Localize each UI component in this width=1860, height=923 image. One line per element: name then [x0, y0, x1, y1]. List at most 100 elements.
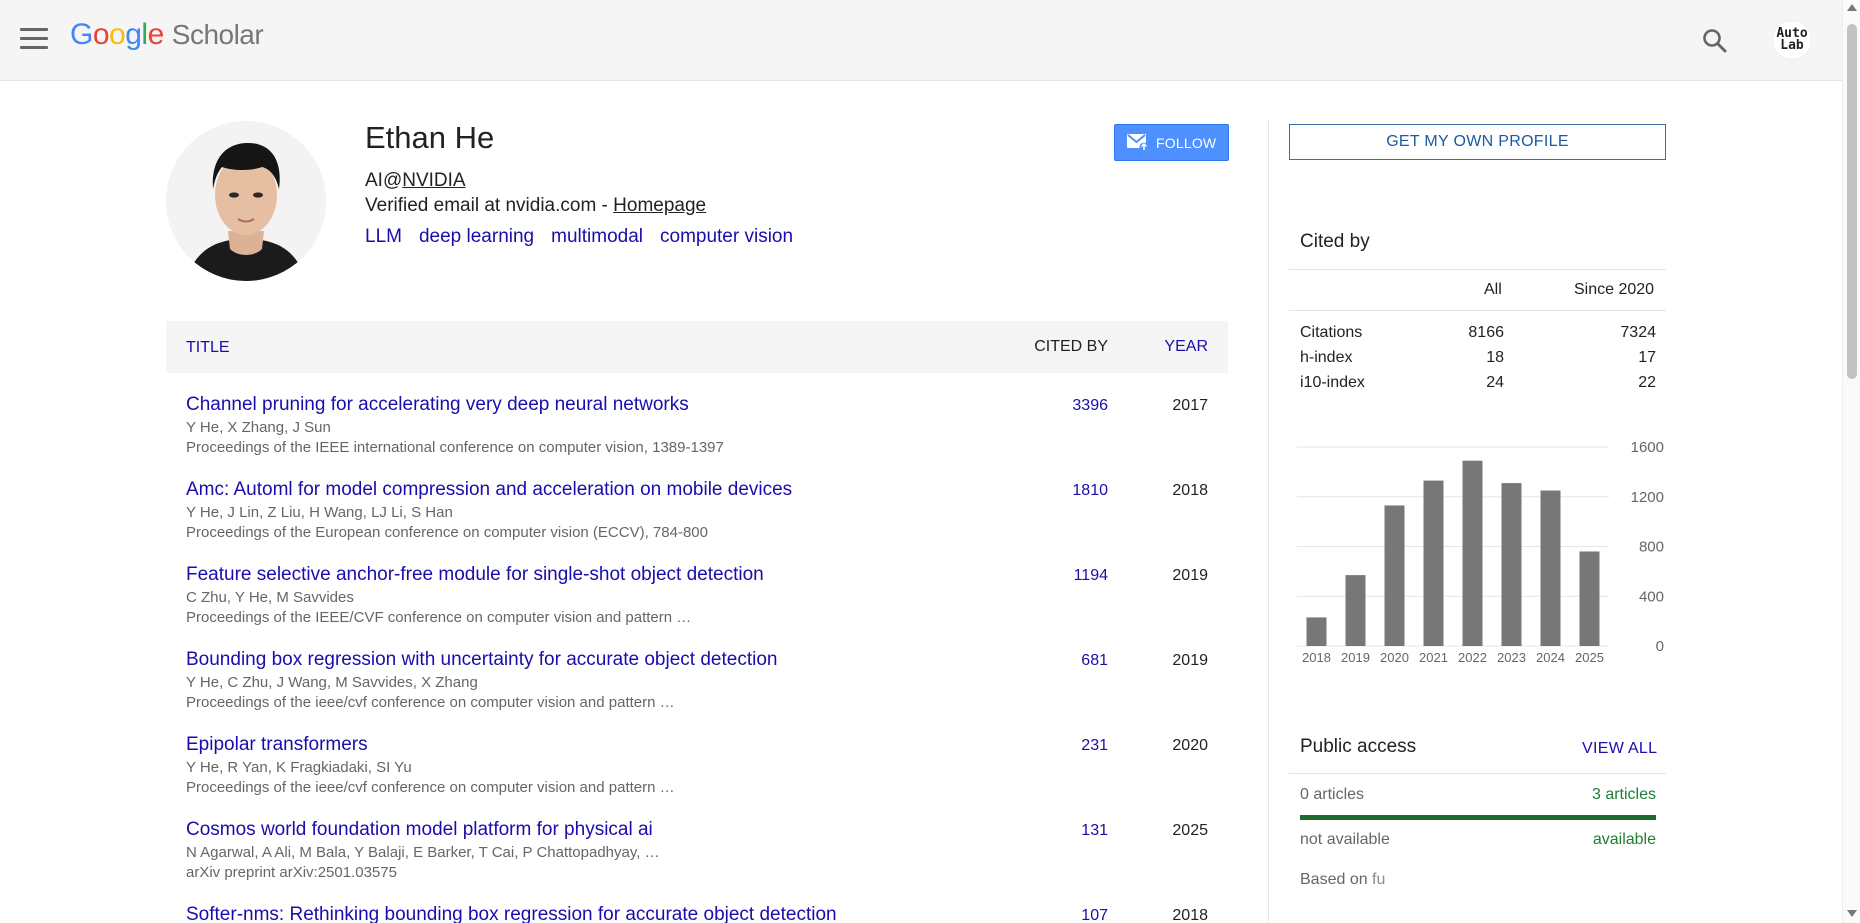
article-cited-by[interactable]: 107 [1081, 907, 1108, 923]
article-title[interactable]: Bounding box regression with uncertainty… [186, 649, 777, 671]
account-line-2: Lab [1780, 38, 1804, 53]
x-tick-label: 2024 [1536, 650, 1565, 665]
article-title[interactable]: Amc: Automl for model compression and ac… [186, 479, 792, 501]
table-row: Softer-nms: Rethinking bounding box regr… [166, 904, 1228, 923]
not-available-label: not available [1300, 831, 1390, 848]
col-all: All [1484, 281, 1502, 298]
divider [1289, 269, 1666, 270]
stat-all: 8166 [1468, 324, 1504, 341]
article-authors: Y He, X Zhang, J Sun [186, 419, 331, 436]
bar-2018[interactable] [1306, 617, 1327, 646]
article-title[interactable]: Softer-nms: Rethinking bounding box regr… [186, 904, 837, 923]
table-row: Epipolar transformers Y He, R Yan, K Fra… [166, 734, 1228, 819]
stat-since: 7324 [1620, 324, 1656, 341]
top-bar: Google Scholar Auto Lab [0, 0, 1842, 81]
bar-2024[interactable] [1540, 490, 1561, 646]
bar-2023[interactable] [1501, 483, 1522, 646]
bar-2020[interactable] [1384, 505, 1405, 646]
interest-deep-learning[interactable]: deep learning [419, 226, 534, 247]
cited-by-heading: Cited by [1300, 231, 1370, 252]
profile-email: Verified email at nvidia.com - Homepage [365, 195, 706, 217]
x-tick-label: 2021 [1419, 650, 1448, 665]
interest-multimodal[interactable]: multimodal [551, 226, 643, 247]
article-venue: Proceedings of the ieee/cvf conference o… [186, 694, 675, 711]
public-access-bar [1300, 815, 1656, 820]
bar-2025[interactable] [1579, 551, 1600, 646]
article-year: 2020 [1172, 737, 1208, 754]
y-tick-label: 0 [1656, 638, 1664, 655]
article-title[interactable]: Epipolar transformers [186, 734, 368, 756]
x-tick-label: 2020 [1380, 650, 1409, 665]
faded-overlay [1370, 856, 1842, 898]
article-venue: Proceedings of the IEEE/CVF conference o… [186, 609, 692, 626]
get-my-own-profile-button[interactable]: GET MY OWN PROFILE [1289, 124, 1666, 160]
page-scrollbar[interactable] [1842, 0, 1860, 923]
stat-since: 17 [1638, 349, 1656, 366]
article-cited-by[interactable]: 681 [1081, 652, 1108, 670]
email-text: Verified email at nvidia.com - [365, 195, 614, 216]
not-available-count[interactable]: 0 articles [1300, 786, 1364, 804]
public-access-heading: Public access [1300, 736, 1417, 757]
homepage-link[interactable]: Homepage [613, 195, 706, 216]
table-row: Channel pruning for accelerating very de… [166, 394, 1228, 479]
article-cited-by[interactable]: 1194 [1074, 567, 1108, 585]
affiliation-prefix: AI@ [365, 170, 403, 191]
stat-label[interactable]: Citations [1300, 324, 1362, 342]
article-cited-by[interactable]: 231 [1081, 737, 1108, 755]
article-year: 2018 [1172, 907, 1208, 923]
affiliation-link[interactable]: NVIDIA [402, 170, 465, 191]
article-year: 2017 [1172, 397, 1208, 414]
profile-name: Ethan He [365, 120, 495, 155]
article-venue: Proceedings of the ieee/cvf conference o… [186, 779, 675, 796]
available-label: available [1592, 831, 1656, 848]
article-year: 2018 [1172, 482, 1208, 499]
article-cited-by[interactable]: 1810 [1072, 482, 1108, 500]
divider [1289, 773, 1666, 774]
follow-button[interactable]: FOLLOW [1114, 124, 1229, 161]
interest-llm[interactable]: LLM [365, 226, 402, 247]
search-icon[interactable] [1700, 26, 1730, 56]
stat-all: 24 [1486, 374, 1504, 391]
article-title[interactable]: Cosmos world foundation model platform f… [186, 819, 653, 841]
article-cited-by[interactable]: 131 [1081, 822, 1108, 840]
view-all-link[interactable]: VIEW ALL [1582, 740, 1657, 758]
articles-table-header: TITLE CITED BY YEAR [166, 321, 1228, 373]
stat-label[interactable]: h-index [1300, 349, 1352, 367]
sort-by-title[interactable]: TITLE [186, 339, 230, 357]
table-row: Cosmos world foundation model platform f… [166, 819, 1228, 904]
interest-computer-vision[interactable]: computer vision [660, 226, 793, 247]
bar-2019[interactable] [1345, 575, 1366, 646]
article-venue: arXiv preprint arXiv:2501.03575 [186, 864, 397, 881]
sort-by-year[interactable]: YEAR [1164, 338, 1208, 356]
article-year: 2025 [1172, 822, 1208, 839]
menu-icon[interactable] [20, 28, 48, 50]
x-tick-label: 2018 [1302, 650, 1331, 665]
article-authors: C Zhu, Y He, M Savvides [186, 589, 354, 606]
article-venue: Proceedings of the European conference o… [186, 524, 708, 541]
available-count[interactable]: 3 articles [1592, 786, 1656, 804]
account-avatar[interactable]: Auto Lab [1772, 20, 1812, 60]
profile-affiliation: AI@NVIDIA [365, 170, 466, 192]
scroll-down-icon[interactable] [1847, 910, 1857, 917]
follow-label: FOLLOW [1156, 135, 1217, 151]
article-cited-by[interactable]: 3396 [1072, 397, 1108, 415]
bar-2022[interactable] [1462, 460, 1483, 646]
scroll-up-icon[interactable] [1847, 4, 1857, 11]
x-tick-label: 2023 [1497, 650, 1526, 665]
y-tick-label: 800 [1639, 539, 1664, 556]
sort-by-cited[interactable]: CITED BY [1034, 338, 1108, 356]
google-scholar-logo[interactable]: Google Scholar [70, 18, 264, 52]
x-tick-label: 2022 [1458, 650, 1487, 665]
scroll-thumb[interactable] [1847, 24, 1857, 379]
table-row: Feature selective anchor-free module for… [166, 564, 1228, 649]
stat-label[interactable]: i10-index [1300, 374, 1365, 392]
stat-since: 22 [1638, 374, 1656, 391]
table-row: Bounding box regression with uncertainty… [166, 649, 1228, 734]
article-title[interactable]: Feature selective anchor-free module for… [186, 564, 764, 586]
article-year: 2019 [1172, 652, 1208, 669]
article-title[interactable]: Channel pruning for accelerating very de… [186, 394, 689, 416]
article-authors: N Agarwal, A Ali, M Bala, Y Balaji, E Ba… [186, 844, 660, 861]
bar-2021[interactable] [1423, 480, 1444, 646]
mail-icon [1127, 134, 1149, 151]
profile-interests: LLM deep learning multimodal computer visio… [365, 226, 810, 248]
